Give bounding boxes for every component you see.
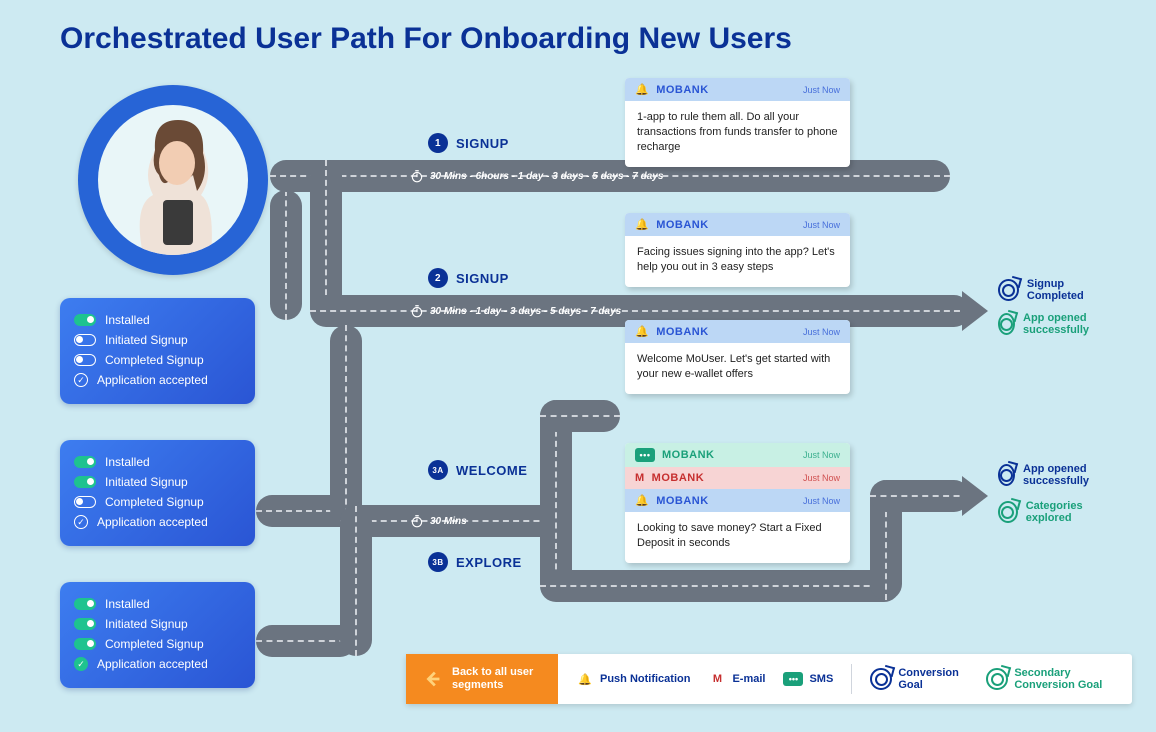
goal-signup-completed: Signup Completed [998,278,1118,302]
segment-row: Completed Signup [74,492,241,512]
legend-email: ME-mail [708,670,765,688]
goal-app-opened: App opened successfully [998,312,1118,336]
segment-row: Initiated Signup [74,614,241,634]
mail-icon: M [708,670,726,688]
bell-icon: 🔔 [635,83,649,96]
sms-icon: ••• [783,672,803,686]
segment-row-label: Installed [105,597,150,611]
segment-row: Initiated Signup [74,330,241,350]
segment-row: Installed [74,594,241,614]
segment-row: ✓ Application accepted [74,370,241,390]
check-icon: ✓ [74,373,88,387]
target-icon [986,668,1008,690]
arrow-icon [962,476,988,516]
segment-row: Installed [74,452,241,472]
segment-row: ✓ Application accepted [74,512,241,532]
segment-row: Completed Signup [74,634,241,654]
segment-card-1: Installed Initiated Signup Completed Signu… [60,298,255,404]
legend-conversion: Conversion Goal [870,667,968,691]
target-icon [998,279,1019,301]
back-button[interactable]: Back to all user segments [406,654,558,704]
segment-row-label: Installed [105,455,150,469]
notification-card-4: •••MOBANKJust Now MMOBANKJust Now 🔔MOBAN… [625,443,850,563]
stopwatch-icon [410,169,424,183]
notification-card-2: 🔔MOBANKJust Now Facing issues signing in… [625,213,850,287]
stopwatch-icon [410,304,424,318]
page-title: Orchestrated User Path For Onboarding Ne… [60,22,792,56]
segment-row-label: Completed Signup [105,495,204,509]
step-2: 2SIGNUP [428,268,509,288]
toggle-icon [74,456,96,468]
segment-row: Installed [74,310,241,330]
toggle-icon [74,476,96,488]
bell-icon: 🔔 [635,325,649,338]
target-icon [998,464,1015,486]
road [540,400,620,432]
toggle-icon [74,334,96,346]
mail-icon: M [635,472,645,484]
segment-row-label: Completed Signup [105,637,204,651]
road [330,325,362,525]
notification-card-1: 🔔MOBANKJust Now 1-app to rule them all. … [625,78,850,167]
step-1-timing: 30 Mins - 6hours - 1 day - 3 days - 5 da… [410,169,663,183]
segment-row-label: Installed [105,313,150,327]
toggle-icon [74,314,96,326]
back-arrow-icon [422,668,444,690]
segment-row-label: Initiated Signup [105,475,188,489]
legend-sms: •••SMS [783,672,833,686]
step-2-timing: 30 Mins - 1 day - 3 days - 5 days - 7 da… [410,304,621,318]
target-icon [998,313,1015,335]
segment-card-2: Installed Initiated Signup Completed Signu… [60,440,255,546]
road [340,506,372,656]
segment-row-label: Application accepted [97,515,208,529]
stopwatch-icon [410,514,424,528]
notification-card-3: 🔔MOBANKJust Now Welcome MoUser. Let's ge… [625,320,850,394]
road [540,570,900,602]
bell-icon: 🔔 [635,218,649,231]
toggle-icon [74,638,96,650]
segment-row-label: Initiated Signup [105,333,188,347]
bell-icon: 🔔 [635,494,649,507]
segment-row-label: Application accepted [97,657,208,671]
step-3b: 3BEXPLORE [428,552,522,572]
toggle-icon [74,618,96,630]
segment-row-label: Completed Signup [105,353,204,367]
segment-row-label: Initiated Signup [105,617,188,631]
sms-icon: ••• [635,448,655,462]
step-3a-timing: 30 Mins [410,514,467,528]
target-icon [998,501,1018,523]
toggle-icon [74,496,96,508]
target-icon [870,668,892,690]
segment-card-3: Installed Initiated Signup Completed Signu… [60,582,255,688]
toggle-icon [74,598,96,610]
road [870,480,970,512]
arrow-icon [962,291,988,331]
step-3a: 3AWELCOME [428,460,527,480]
check-icon: ✓ [74,657,88,671]
legend-secondary-conversion: Secondary Conversion Goal [986,667,1114,691]
toggle-icon [74,354,96,366]
segment-row: Completed Signup [74,350,241,370]
person-icon [113,105,233,255]
segment-row: ✓ Application accepted [74,654,241,674]
user-avatar [78,85,268,275]
legend-bar: Back to all user segments 🔔Push Notifica… [406,654,1132,704]
goal-app-opened-2: App opened successfully [998,463,1118,487]
check-icon: ✓ [74,515,88,529]
segment-row-label: Application accepted [97,373,208,387]
goal-categories: Categories explored [998,500,1118,524]
bell-icon: 🔔 [576,670,594,688]
segment-row: Initiated Signup [74,472,241,492]
legend-push: 🔔Push Notification [576,670,690,688]
step-1: 1SIGNUP [428,133,509,153]
road [270,190,302,320]
